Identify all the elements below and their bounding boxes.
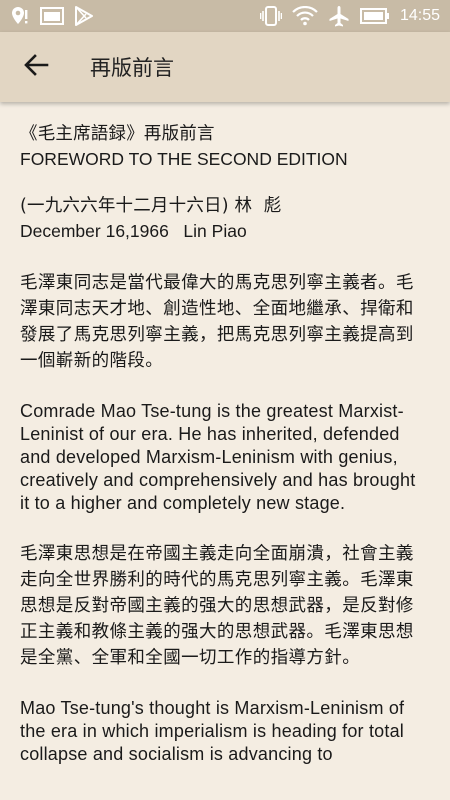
status-time: 14:55 xyxy=(399,7,440,24)
location-icon xyxy=(10,6,30,26)
arrow-left-icon xyxy=(23,52,49,82)
paragraph-1-en: Comrade Mao Tse-tung is the greatest Mar… xyxy=(20,401,416,513)
status-bar-right: 14:55 xyxy=(259,5,440,27)
paragraph-1-cn: 毛澤東同志是當代最偉大的馬克思列寧主義者。毛澤東同志天才地、創造性地、全面地繼承… xyxy=(20,273,414,371)
paragraph-2-en: Mao Tse-tung's thought is Marxism-Lenini… xyxy=(20,698,405,764)
heading-cn: 《毛主席語録》再版前言 xyxy=(20,124,215,144)
status-bar-left xyxy=(10,6,94,26)
app-bar: 再版前言 xyxy=(0,32,450,102)
battery-icon xyxy=(359,8,390,24)
wifi-icon xyxy=(292,6,318,26)
status-bar: 14:55 xyxy=(0,0,450,32)
date-en: December 16,1966 Lin Piao xyxy=(20,221,247,241)
play-store-icon xyxy=(74,6,94,26)
page-title: 再版前言 xyxy=(90,56,174,80)
date-cn: (一九六六年十二月十六日) 林 彪 xyxy=(20,196,282,216)
vibrate-icon xyxy=(259,6,282,26)
image-icon xyxy=(40,7,64,25)
heading-en: FOREWORD TO THE SECOND EDITION xyxy=(20,149,348,169)
airplane-icon xyxy=(328,5,350,27)
paragraph-2-cn: 毛澤東思想是在帝國主義走向全面崩潰，社會主義走向全世界勝利的時代的馬克思列寧主義… xyxy=(20,544,414,668)
back-button[interactable] xyxy=(6,32,66,102)
article-content[interactable]: 《毛主席語録》再版前言 FOREWORD TO THE SECOND EDITI… xyxy=(0,102,450,800)
